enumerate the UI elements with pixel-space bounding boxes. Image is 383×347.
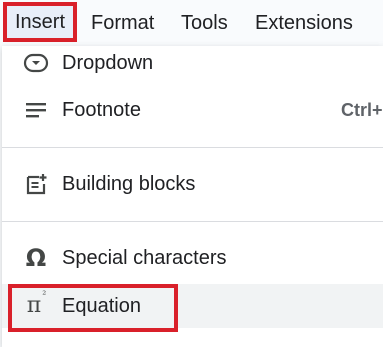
pi-squared-icon: π²: [26, 289, 47, 318]
menu-tools-label: Tools: [181, 11, 228, 34]
menu-divider: [2, 147, 383, 148]
footnote-icon: [22, 96, 50, 124]
menu-item-special-characters[interactable]: Ω Special characters: [2, 236, 383, 280]
omega-icon: Ω: [25, 244, 47, 272]
menu-item-footnote[interactable]: Footnote Ctrl+: [2, 88, 383, 132]
menu-bar: Insert Format Tools Extensions: [0, 0, 383, 46]
building-blocks-icon: [22, 170, 50, 198]
dropdown-icon: [22, 49, 50, 77]
menu-item-footnote-label: Footnote: [62, 98, 141, 121]
footnote-shortcut: Ctrl+: [341, 99, 383, 120]
menu-item-building-blocks[interactable]: Building blocks: [2, 162, 383, 206]
menu-divider: [2, 221, 383, 222]
menu-item-dropdown-label: Dropdown: [62, 51, 154, 74]
menu-item-equation[interactable]: π² Equation: [2, 284, 383, 328]
menu-item-dropdown[interactable]: Dropdown: [2, 41, 383, 85]
insert-dropdown-menu: Dropdown Footnote Ctrl+ Building blocks: [2, 46, 383, 347]
menu-format-label: Format: [91, 11, 155, 34]
menu-insert-label: Insert: [14, 10, 66, 33]
menu-extensions-label: Extensions: [255, 11, 353, 34]
menu-item-equation-label: Equation: [62, 294, 141, 317]
menu-item-special-characters-label: Special characters: [62, 246, 227, 269]
menu-extensions[interactable]: Extensions: [255, 0, 353, 46]
menu-insert[interactable]: Insert: [3, 2, 77, 42]
menu-format[interactable]: Format: [91, 0, 154, 46]
menu-item-building-blocks-label: Building blocks: [62, 172, 196, 195]
menu-tools[interactable]: Tools: [181, 0, 228, 46]
